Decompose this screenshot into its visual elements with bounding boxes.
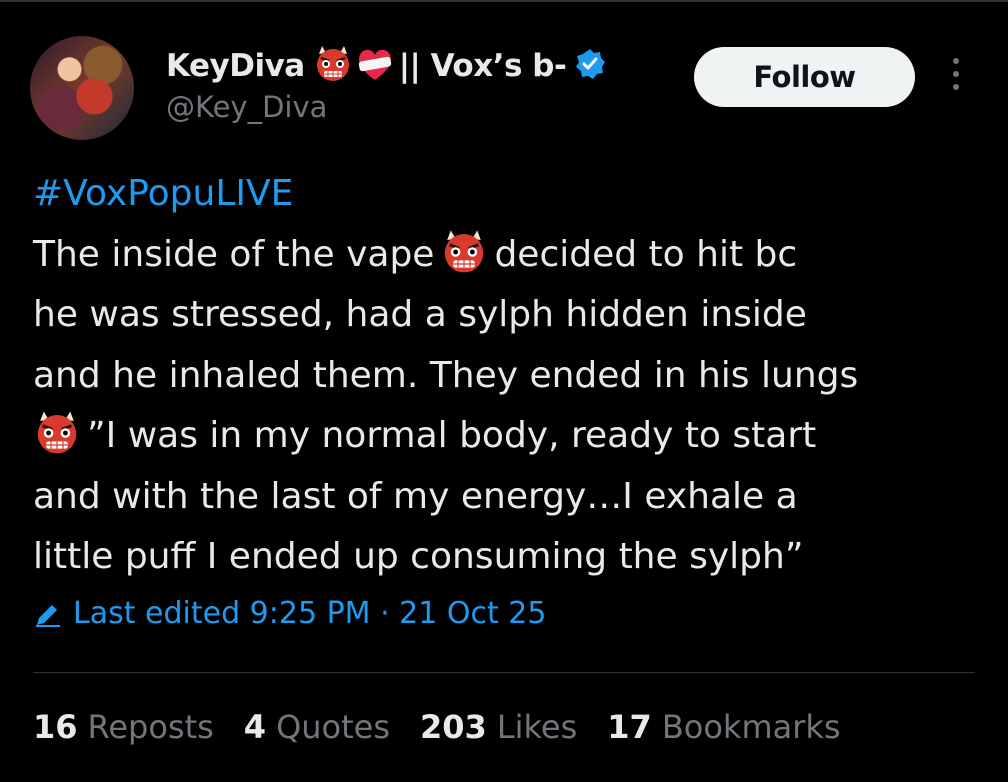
post-line-2: he was stressed, had a sylph hidden insi… xyxy=(33,294,807,335)
display-name-prefix: KeyDiva xyxy=(166,48,305,84)
more-dot xyxy=(953,71,959,77)
last-edited-link[interactable]: Last edited 9:25 PM · 21 Oct 25 xyxy=(33,596,546,631)
handle[interactable]: @Key_Diva xyxy=(166,90,327,124)
post-text: #VoxPopuLIVE The inside of the vape deci… xyxy=(33,164,983,588)
likes-stat[interactable]: 203 Likes xyxy=(420,708,577,746)
stats-divider xyxy=(33,672,975,673)
quotes-stat[interactable]: 4 Quotes xyxy=(244,708,390,746)
more-options-icon[interactable] xyxy=(948,58,964,98)
post-line-1-end: decided to hit bc xyxy=(494,233,798,275)
more-dot xyxy=(953,84,959,90)
pencil-icon xyxy=(36,604,60,627)
top-divider xyxy=(0,0,1008,2)
post-line-4: ”I was in my normal body, ready to start xyxy=(33,406,983,467)
hashtag-link[interactable]: #VoxPopuLIVE xyxy=(33,164,983,225)
post-line-3: and he inhaled them. They ended in his l… xyxy=(33,354,859,396)
reposts-stat[interactable]: 16 Reposts xyxy=(33,708,214,746)
mending-heart-icon xyxy=(355,44,395,88)
reposts-count: 16 xyxy=(33,708,78,746)
ogre-emoji-icon xyxy=(445,229,484,272)
likes-label: Likes xyxy=(496,708,578,746)
quotes-label: Quotes xyxy=(276,708,391,746)
ogre-emoji-icon xyxy=(37,411,77,454)
post-line-4-text: ”I was in my normal body, ready to start xyxy=(87,415,817,456)
post-line-5: and with the last of my energy…I exhale … xyxy=(33,475,798,517)
bookmarks-count: 17 xyxy=(607,708,652,746)
last-edited-text: Last edited 9:25 PM · 21 Oct 25 xyxy=(73,596,547,631)
likes-count: 203 xyxy=(420,708,487,746)
bookmarks-label: Bookmarks xyxy=(661,708,841,746)
bookmarks-stat[interactable]: 17 Bookmarks xyxy=(607,708,840,746)
follow-button[interactable]: Follow xyxy=(694,47,915,107)
display-name-suffix: || Vox’s b- xyxy=(398,48,567,84)
post-line-6: little puff I ended up consuming the syl… xyxy=(33,536,804,577)
quotes-count: 4 xyxy=(243,708,267,746)
more-dot xyxy=(953,58,959,64)
post-line-1-start: The inside of the vape xyxy=(33,233,435,275)
avatar[interactable] xyxy=(30,36,134,140)
reposts-label: Reposts xyxy=(87,708,214,746)
post-line-1: The inside of the vape decided to hit bc xyxy=(33,225,983,286)
ogre-emoji-icon xyxy=(313,44,353,88)
verified-badge-icon xyxy=(574,48,606,84)
author-name[interactable]: KeyDiva || Vox’s b- xyxy=(166,44,606,88)
engagement-stats: 16 Reposts 4 Quotes 203 Likes 17 Bookmarks xyxy=(33,708,871,746)
